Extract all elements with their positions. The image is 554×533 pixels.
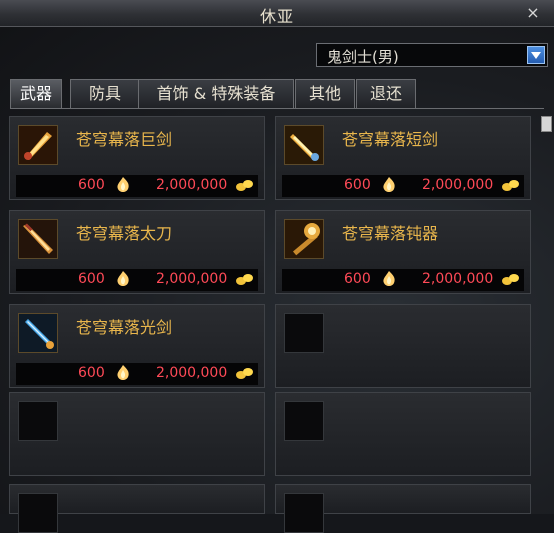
price-ceratum: 600 (78, 271, 105, 287)
scrollbar[interactable] (539, 116, 552, 514)
flame-currency-icon (117, 177, 129, 192)
scrollbar-thumb[interactable] (541, 116, 552, 132)
price-ceratum: 600 (344, 177, 371, 193)
empty-item-slot (275, 392, 531, 476)
empty-slot-icon (284, 493, 324, 533)
empty-item-slot (275, 304, 531, 388)
price-gold: 2,000,000 (422, 177, 494, 193)
price-gold: 2,000,000 (156, 271, 228, 287)
price-gold: 2,000,000 (422, 271, 494, 287)
close-button[interactable]: × (520, 3, 546, 23)
flame-currency-icon (117, 271, 129, 286)
empty-slot-icon (18, 493, 58, 533)
flame-currency-icon (117, 365, 129, 380)
job-select-dropdown[interactable]: 鬼剑士(男) (316, 43, 548, 67)
tab-refund[interactable]: 退还 (356, 79, 416, 108)
gold-coins-icon (236, 368, 253, 379)
item-name: 苍穹幕落太刀 (76, 224, 173, 243)
price-gold: 2,000,000 (156, 365, 228, 381)
gold-coins-icon (236, 274, 253, 285)
shortsword-icon (284, 125, 324, 165)
item-name: 苍穹幕落巨剑 (76, 130, 173, 149)
empty-item-slot (9, 392, 265, 476)
flame-currency-icon (383, 271, 395, 286)
price-ceratum: 600 (78, 365, 105, 381)
gold-coins-icon (502, 180, 519, 191)
blunt-weapon-icon (284, 219, 324, 259)
job-select-value: 鬼剑士(男) (327, 48, 399, 66)
price-ceratum: 600 (78, 177, 105, 193)
price-bar: 600 2,000,000 (282, 175, 524, 197)
tab-weapons[interactable]: 武器 (10, 79, 62, 108)
chevron-down-icon[interactable] (527, 46, 545, 64)
tab-armor[interactable]: 防具 (70, 79, 140, 108)
item-card[interactable]: 苍穹幕落短剑 600 2,000,000 (275, 116, 531, 200)
item-card[interactable]: 苍穹幕落光剑 600 2,000,000 (9, 304, 265, 388)
price-ceratum: 600 (344, 271, 371, 287)
empty-item-slot (9, 484, 265, 533)
empty-item-slot (275, 484, 531, 533)
item-name: 苍穹幕落钝器 (342, 224, 439, 243)
empty-slot-icon (18, 401, 58, 441)
price-bar: 600 2,000,000 (16, 175, 258, 197)
window-title: 休亚 (259, 7, 294, 26)
flame-currency-icon (383, 177, 395, 192)
item-card[interactable]: 苍穹幕落巨剑 600 2,000,000 (9, 116, 265, 200)
gold-coins-icon (502, 274, 519, 285)
empty-slot-icon (284, 313, 324, 353)
item-name: 苍穹幕落短剑 (342, 130, 439, 149)
item-card[interactable]: 苍穹幕落太刀 600 2,000,000 (9, 210, 265, 294)
price-bar: 600 2,000,000 (16, 269, 258, 291)
lightsaber-icon (18, 313, 58, 353)
gold-coins-icon (236, 180, 253, 191)
greatsword-icon (18, 125, 58, 165)
item-name: 苍穹幕落光剑 (76, 318, 173, 337)
price-bar: 600 2,000,000 (16, 363, 258, 385)
katana-icon (18, 219, 58, 259)
price-gold: 2,000,000 (156, 177, 228, 193)
tab-divider (10, 108, 544, 109)
empty-slot-icon (284, 401, 324, 441)
tab-accessories-special[interactable]: 首饰 & 特殊装备 (138, 79, 294, 108)
tab-other[interactable]: 其他 (295, 79, 355, 108)
title-bar[interactable]: 休亚 × (0, 0, 554, 27)
item-card[interactable]: 苍穹幕落钝器 600 2,000,000 (275, 210, 531, 294)
price-bar: 600 2,000,000 (282, 269, 524, 291)
